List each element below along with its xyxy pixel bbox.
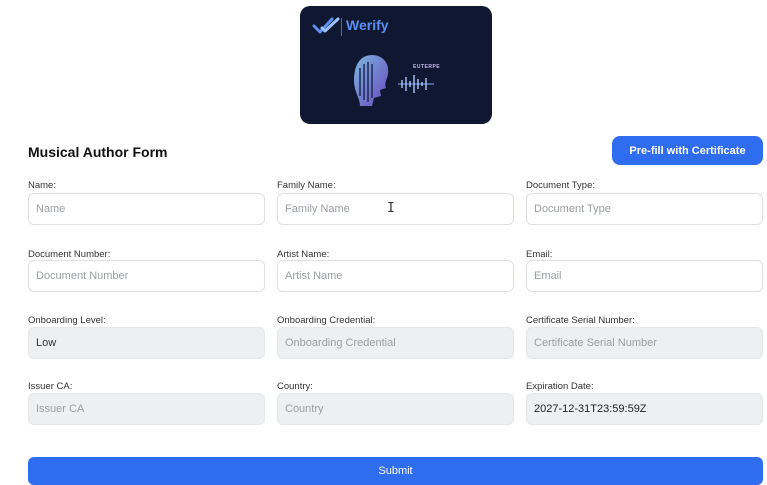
- family-name-label: Family Name:: [277, 180, 336, 191]
- artist-name-input[interactable]: [277, 260, 514, 292]
- logo-wordmark: Werify: [346, 17, 389, 33]
- onboarding-credential-label: Onboarding Credential:: [277, 315, 376, 326]
- form-title: Musical Author Form: [28, 144, 168, 160]
- country-label: Country:: [277, 381, 313, 392]
- document-number-input[interactable]: [28, 260, 265, 292]
- document-number-label: Document Number:: [28, 249, 111, 260]
- onboarding-level-input: [28, 327, 265, 359]
- certificate-serial-number-label: Certificate Serial Number:: [526, 315, 635, 326]
- logo-brand-text: EUTERPE: [413, 64, 441, 70]
- certificate-serial-number-input: [526, 327, 763, 359]
- document-type-input[interactable]: [526, 193, 763, 225]
- email-label: Email:: [526, 249, 553, 260]
- onboarding-credential-input: [277, 327, 514, 359]
- family-name-input[interactable]: [277, 193, 514, 225]
- expiration-date-label: Expiration Date:: [526, 381, 594, 392]
- text-cursor-icon: I: [387, 201, 395, 216]
- artist-head-icon: [354, 54, 434, 106]
- name-label: Name:: [28, 180, 56, 191]
- email-input[interactable]: [526, 260, 763, 292]
- onboarding-level-label: Onboarding Level:: [28, 315, 106, 326]
- submit-button[interactable]: Submit: [28, 457, 763, 485]
- issuer-ca-input: [28, 393, 265, 425]
- document-type-label: Document Type:: [526, 180, 596, 191]
- expiration-date-input: [526, 393, 763, 425]
- logo-separator: [341, 18, 342, 36]
- prefill-certificate-button[interactable]: Pre-fill with Certificate: [612, 136, 763, 165]
- issuer-ca-label: Issuer CA:: [28, 381, 73, 392]
- double-check-icon: [312, 17, 340, 34]
- country-input: [277, 393, 514, 425]
- logo-card: Werify EUTERPE: [300, 6, 492, 124]
- name-input[interactable]: [28, 193, 265, 225]
- artist-name-label: Artist Name:: [277, 249, 330, 260]
